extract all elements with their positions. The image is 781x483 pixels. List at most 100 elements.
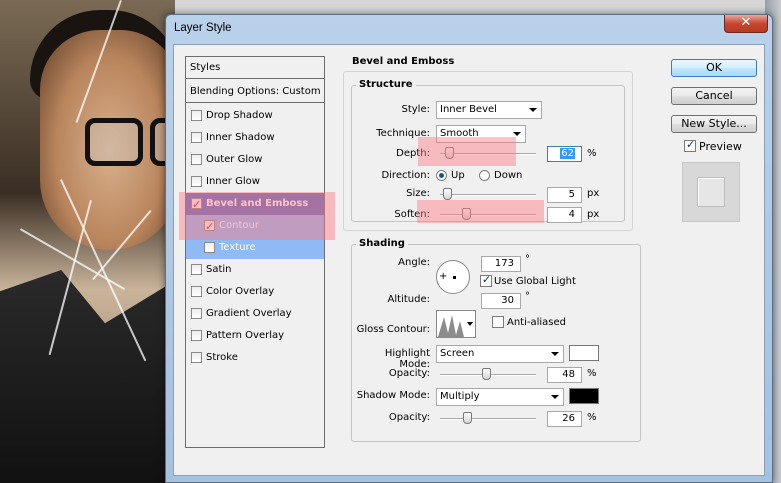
style-item-checkbox[interactable] [204, 242, 215, 253]
chevron-down-icon [551, 352, 559, 356]
use-global-light-checkbox[interactable] [480, 273, 492, 287]
styles-header[interactable]: Styles [186, 57, 324, 79]
technique-select-value: Smooth [440, 128, 479, 139]
style-item-inner-shadow[interactable]: Inner Shadow [186, 127, 324, 149]
style-item-checkbox[interactable] [204, 216, 215, 238]
style-item-inner-glow[interactable]: Inner Glow [186, 171, 324, 193]
style-item-checkbox[interactable] [191, 110, 202, 121]
bevel-section-title: Bevel and Emboss [352, 56, 455, 67]
highlight-mode-select[interactable]: Screen [436, 345, 564, 363]
depth-slider-thumb[interactable] [445, 147, 454, 159]
style-item-label: Color Overlay [206, 286, 275, 297]
cancel-button[interactable]: Cancel [671, 87, 757, 105]
close-button[interactable]: ✕ [724, 15, 768, 33]
background-glasses-left [85, 118, 143, 166]
highlight-opacity-thumb[interactable] [482, 368, 491, 380]
depth-input-value: 62 [560, 148, 575, 159]
style-item-checkbox[interactable] [191, 330, 202, 341]
style-item-checkbox[interactable] [191, 176, 202, 187]
shadow-opacity-input[interactable]: 26 [547, 411, 582, 427]
background-shirt [0, 270, 175, 483]
style-item-label: Pattern Overlay [206, 330, 285, 341]
technique-select[interactable]: Smooth [436, 125, 526, 143]
style-item-satin[interactable]: Satin [186, 259, 324, 281]
altitude-input[interactable]: 30 [481, 293, 521, 309]
shadow-opacity-unit: % [587, 412, 597, 423]
background-window-strip [175, 0, 775, 14]
style-item-label: Texture [219, 242, 256, 253]
new-style-button[interactable]: New Style... [671, 115, 757, 133]
shadow-opacity-slider[interactable] [440, 412, 536, 424]
soften-slider[interactable] [440, 208, 536, 220]
crosshair-icon: + [439, 271, 448, 282]
angle-input[interactable]: 173 [481, 256, 521, 272]
style-item-checkbox[interactable] [191, 194, 202, 216]
style-preview-swatch [697, 177, 725, 207]
style-item-bevel-and-emboss[interactable]: Bevel and Emboss [186, 193, 324, 216]
style-item-checkbox[interactable] [191, 352, 202, 363]
style-item-label: Contour [219, 220, 259, 231]
style-select-value: Inner Bevel [440, 104, 497, 115]
style-item-texture[interactable]: Texture [186, 237, 324, 259]
ok-button[interactable]: OK [671, 59, 757, 77]
style-item-color-overlay[interactable]: Color Overlay [186, 281, 324, 303]
shadow-opacity-thumb[interactable] [463, 412, 472, 424]
style-item-stroke[interactable]: Stroke [186, 347, 324, 369]
direction-label: Direction: [381, 170, 430, 181]
angle-label: Angle: [398, 257, 430, 268]
soften-input[interactable]: 4 [547, 207, 582, 223]
chevron-down-icon [467, 322, 473, 326]
direction-up-label[interactable]: Up [451, 170, 465, 181]
highlight-opacity-input[interactable]: 48 [547, 367, 582, 383]
highlight-opacity-slider[interactable] [440, 368, 536, 380]
blending-options-label: Blending Options: Custom [190, 86, 321, 97]
highlight-opacity-unit: % [587, 368, 597, 379]
depth-unit: % [587, 148, 597, 159]
depth-slider[interactable] [440, 147, 536, 159]
size-slider-thumb[interactable] [443, 188, 452, 200]
style-item-checkbox[interactable] [191, 286, 202, 297]
shadow-mode-select[interactable]: Multiply [436, 388, 564, 406]
shadow-color-swatch[interactable] [569, 388, 599, 404]
angle-unit: ° [525, 254, 530, 265]
direction-up-radio[interactable] [436, 170, 447, 181]
depth-input[interactable]: 62 [547, 146, 582, 162]
style-item-drop-shadow[interactable]: Drop Shadow [186, 105, 324, 127]
anti-aliased-checkbox[interactable] [492, 316, 504, 328]
dialog-client: Styles Blending Options: Custom Drop Sha… [173, 44, 765, 476]
soften-slider-thumb[interactable] [462, 208, 471, 220]
preview-label[interactable]: Preview [699, 140, 742, 153]
direction-down-label[interactable]: Down [494, 170, 522, 181]
size-slider[interactable] [440, 188, 536, 200]
style-item-gradient-overlay[interactable]: Gradient Overlay [186, 303, 324, 325]
style-item-label: Stroke [206, 352, 238, 363]
style-item-checkbox[interactable] [191, 264, 202, 275]
depth-label: Depth: [396, 148, 430, 159]
style-item-label: Outer Glow [206, 154, 263, 165]
gloss-contour-picker[interactable] [436, 310, 476, 338]
altitude-label: Altitude: [387, 294, 430, 305]
anti-aliased-label[interactable]: Anti-aliased [507, 317, 566, 328]
style-item-contour[interactable]: Contour [186, 215, 324, 238]
highlight-mode-value: Screen [440, 348, 475, 359]
style-item-checkbox[interactable] [191, 154, 202, 165]
highlight-color-swatch[interactable] [569, 345, 599, 361]
style-select[interactable]: Inner Bevel [436, 101, 542, 119]
use-global-light-label[interactable]: Use Global Light [494, 276, 576, 287]
styles-header-label: Styles [190, 62, 221, 73]
style-item-checkbox[interactable] [191, 132, 202, 143]
style-item-checkbox[interactable] [191, 308, 202, 319]
chevron-down-icon [551, 395, 559, 399]
angle-dial[interactable]: + [436, 260, 470, 294]
window-title: Layer Style [174, 22, 232, 34]
chevron-down-icon [513, 132, 521, 136]
soften-unit: px [587, 209, 600, 220]
style-item-outer-glow[interactable]: Outer Glow [186, 149, 324, 171]
direction-down-radio[interactable] [479, 170, 490, 181]
style-item-pattern-overlay[interactable]: Pattern Overlay [186, 325, 324, 347]
style-item-label: Drop Shadow [206, 110, 273, 121]
size-input[interactable]: 5 [547, 187, 582, 203]
preview-checkbox[interactable] [684, 138, 696, 152]
title-bar[interactable]: Layer Style ✕ [166, 15, 772, 43]
blending-options-item[interactable]: Blending Options: Custom [186, 81, 324, 103]
